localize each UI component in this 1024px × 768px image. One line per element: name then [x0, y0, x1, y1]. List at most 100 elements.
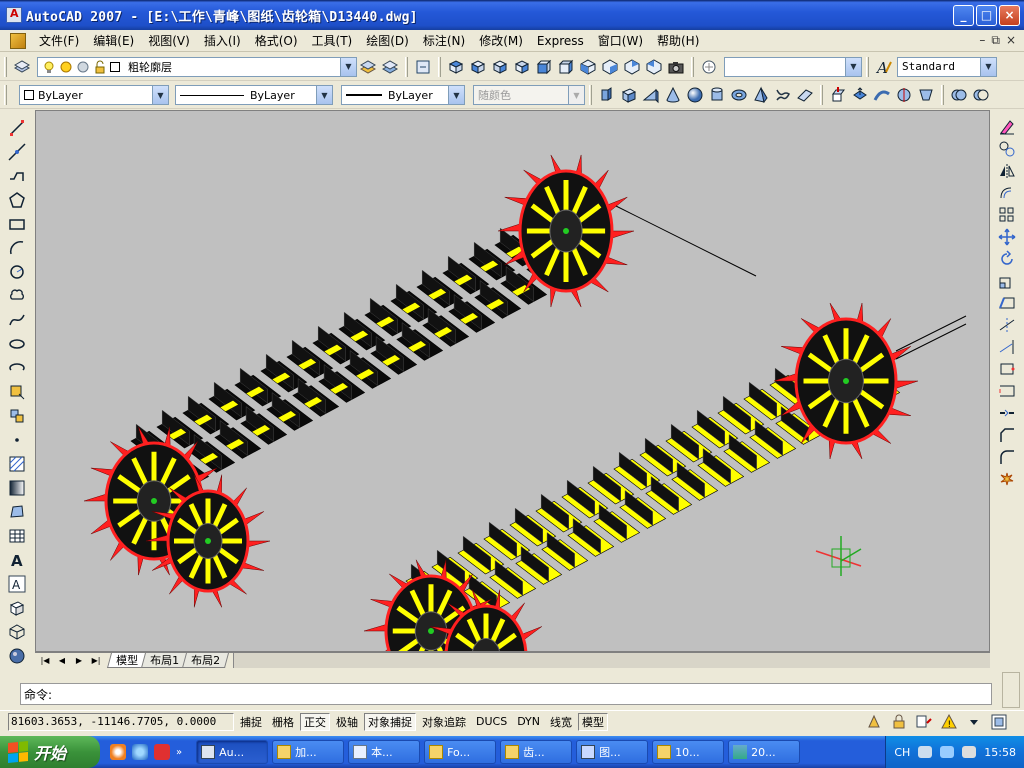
named-views-icon[interactable]: [414, 58, 432, 76]
trim-icon[interactable]: [998, 316, 1016, 334]
bottom-view-icon[interactable]: [469, 58, 487, 76]
ducs-toggle[interactable]: DUCS: [472, 713, 511, 731]
move-icon[interactable]: [998, 228, 1016, 246]
chevron-down-icon[interactable]: ▼: [316, 86, 332, 104]
dyn-toggle[interactable]: DYN: [513, 713, 544, 731]
document-icon[interactable]: [10, 32, 26, 49]
array-icon[interactable]: [998, 206, 1016, 224]
first-tab-button[interactable]: |◀: [38, 654, 52, 667]
model-space-toggle[interactable]: 模型: [578, 712, 609, 731]
polar-toggle[interactable]: 极轴: [332, 713, 362, 731]
menu-file[interactable]: 文件(F): [32, 32, 86, 49]
toolbar-lock-icon[interactable]: [890, 713, 908, 731]
menu-edit[interactable]: 编辑(E): [86, 32, 141, 49]
ie-quicklaunch-icon[interactable]: [132, 744, 148, 760]
chamfer-icon[interactable]: [998, 426, 1016, 444]
copy-icon[interactable]: [998, 140, 1016, 158]
menu-window[interactable]: 窗口(W): [591, 32, 650, 49]
toolbar-grip[interactable]: [4, 85, 7, 105]
polygon-icon[interactable]: [8, 191, 26, 209]
minimize-button[interactable]: _: [953, 4, 974, 26]
helix-icon[interactable]: [774, 86, 792, 104]
coordinate-display[interactable]: 81603.3653, -11146.7705, 0.0000: [8, 712, 234, 731]
toolbar-grip[interactable]: [589, 85, 592, 105]
text-tool-icon[interactable]: A: [8, 575, 26, 593]
annotation-icon[interactable]: [915, 713, 933, 731]
layer-manager-icon[interactable]: [13, 58, 31, 76]
firefox-quicklaunch-icon[interactable]: [110, 744, 126, 760]
view-combo[interactable]: ▼: [724, 56, 862, 77]
break-at-point-icon[interactable]: [998, 360, 1016, 378]
horizontal-scrollbar[interactable]: [233, 653, 990, 668]
drawing-canvas[interactable]: [35, 110, 990, 652]
command-scrollbar[interactable]: [1002, 672, 1020, 708]
menu-format[interactable]: 格式(O): [248, 32, 305, 49]
se-iso-view-icon[interactable]: [601, 58, 619, 76]
grid-toggle[interactable]: 栅格: [268, 713, 298, 731]
prev-tab-button[interactable]: ◀: [55, 654, 69, 667]
mirror-icon[interactable]: [998, 162, 1016, 180]
menu-dimension[interactable]: 标注(N): [416, 32, 472, 49]
close-button[interactable]: ×: [999, 4, 1020, 26]
task-folder-1[interactable]: 加...: [272, 740, 345, 764]
rotate-icon[interactable]: [998, 250, 1016, 268]
table-icon[interactable]: [8, 527, 26, 545]
arc-icon[interactable]: [8, 239, 26, 257]
text-style-combo[interactable]: Standard ▼: [897, 56, 997, 77]
toolbar-grip[interactable]: [405, 56, 408, 77]
quicklaunch-more-icon[interactable]: »: [176, 747, 182, 758]
spline-icon[interactable]: [8, 311, 26, 329]
task-autocad[interactable]: Au...: [196, 740, 269, 764]
menu-tools[interactable]: 工具(T): [305, 32, 360, 49]
line-icon[interactable]: [8, 119, 26, 137]
task-folder-4[interactable]: 10...: [652, 740, 725, 764]
network-icon[interactable]: [940, 746, 955, 758]
revision-cloud-icon[interactable]: [8, 287, 26, 305]
toolbar-grip[interactable]: [866, 56, 869, 77]
break-icon[interactable]: [998, 382, 1016, 400]
communication-center-icon[interactable]: [865, 713, 883, 731]
task-folder-3[interactable]: 齿...: [500, 740, 573, 764]
gradient-icon[interactable]: [8, 479, 26, 497]
fillet-icon[interactable]: [998, 448, 1016, 466]
make-object-layer-current-icon[interactable]: [359, 58, 377, 76]
ne-iso-view-icon[interactable]: [623, 58, 641, 76]
nw-iso-view-icon[interactable]: [645, 58, 663, 76]
snap-toggle[interactable]: 捕捉: [236, 713, 266, 731]
box-solid-icon[interactable]: [8, 599, 26, 617]
multiline-text-icon[interactable]: A: [8, 551, 26, 569]
toolbar-grip[interactable]: [691, 56, 694, 77]
lineweight-combo[interactable]: ByLayer ▼: [341, 85, 465, 105]
menu-draw[interactable]: 绘图(D): [359, 32, 416, 49]
cone-icon[interactable]: [664, 86, 682, 104]
menu-help[interactable]: 帮助(H): [650, 32, 706, 49]
point-icon[interactable]: [8, 431, 26, 449]
chevron-down-icon[interactable]: ▼: [980, 57, 996, 76]
lock-icon[interactable]: [93, 60, 107, 74]
wireframe-icon[interactable]: [8, 623, 26, 641]
cylinder-icon[interactable]: [708, 86, 726, 104]
clean-screen-icon[interactable]: [990, 713, 1008, 731]
task-picture[interactable]: 20...: [728, 740, 801, 764]
mdi-minimize-button[interactable]: –: [979, 33, 985, 48]
viewport-freeze-icon[interactable]: [76, 60, 90, 74]
explode-icon[interactable]: [998, 470, 1016, 488]
presspull-icon[interactable]: [851, 86, 869, 104]
next-tab-button[interactable]: ▶: [72, 654, 86, 667]
left-view-icon[interactable]: [491, 58, 509, 76]
scale-icon[interactable]: [998, 272, 1016, 290]
maximize-button[interactable]: □: [976, 4, 997, 26]
toolbar-grip[interactable]: [4, 56, 7, 77]
sphere-icon[interactable]: [686, 86, 704, 104]
extend-icon[interactable]: [998, 338, 1016, 356]
top-view-icon[interactable]: [447, 58, 465, 76]
osnap-toggle[interactable]: 对象捕捉: [364, 712, 416, 731]
model-space-3d-view[interactable]: [36, 111, 990, 652]
region-icon[interactable]: [8, 503, 26, 521]
join-icon[interactable]: [998, 404, 1016, 422]
volume-icon[interactable]: [962, 746, 977, 758]
last-tab-button[interactable]: ▶|: [89, 654, 103, 667]
mdi-close-button[interactable]: ×: [1006, 33, 1016, 48]
union-icon[interactable]: [950, 86, 968, 104]
shaded-sphere-icon[interactable]: [8, 647, 26, 665]
